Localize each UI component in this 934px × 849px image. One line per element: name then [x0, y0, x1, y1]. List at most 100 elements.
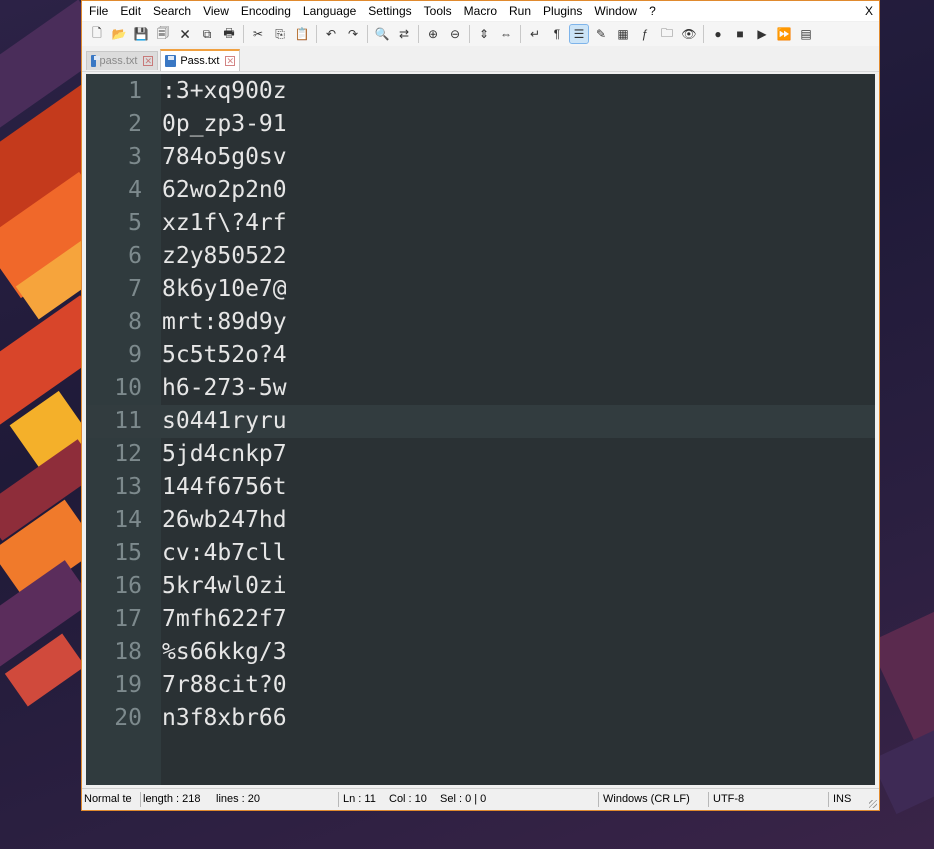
- menu-plugins[interactable]: Plugins: [537, 1, 588, 21]
- zoom-out-icon[interactable]: ⊖: [446, 25, 464, 43]
- menu-run[interactable]: Run: [503, 1, 537, 21]
- menu-file[interactable]: File: [82, 1, 114, 21]
- play-macro-icon[interactable]: ▶: [753, 25, 771, 43]
- line-text: 7r88cit?0: [162, 672, 287, 698]
- editor-line[interactable]: 1:3+xq900z: [86, 75, 875, 108]
- line-number: 12: [114, 441, 142, 467]
- line-number: 18: [114, 639, 142, 665]
- tab-pass-upper[interactable]: Pass.txt ✕: [160, 49, 240, 71]
- editor-line[interactable]: 4 62wo2p2n0: [86, 174, 875, 207]
- line-number: 7: [128, 276, 142, 302]
- close-all-icon[interactable]: ⧉: [198, 25, 216, 43]
- line-text: 0p_zp3-91: [162, 111, 287, 137]
- editor-line[interactable]: 8 mrt:89d9y: [86, 306, 875, 339]
- stop-macro-icon[interactable]: ■: [731, 25, 749, 43]
- open-file-icon[interactable]: 📂: [110, 25, 128, 43]
- tab-close-icon[interactable]: ✕: [225, 56, 235, 66]
- close-document-button[interactable]: X: [865, 1, 873, 21]
- tab-pass-lower[interactable]: pass.txt ✕: [86, 51, 158, 70]
- text-editor[interactable]: 1:3+xq900z 2 0p_zp3-91 3 784o5g0sv 4 62wo2p2n0…: [86, 74, 875, 785]
- redo-icon[interactable]: ↷: [344, 25, 362, 43]
- editor-line[interactable]: 12 5jd4cnkp7: [86, 438, 875, 471]
- status-col: Col : 10: [389, 793, 427, 805]
- line-text: :3+xq900z: [162, 78, 287, 104]
- menu-settings[interactable]: Settings: [362, 1, 417, 21]
- editor-line[interactable]: 18 %s66kkg/3: [86, 636, 875, 669]
- save-icon[interactable]: 💾: [132, 25, 150, 43]
- editor-line[interactable]: 7 8k6y10e7@: [86, 273, 875, 306]
- editor-line[interactable]: 15 cv:4b7cll: [86, 537, 875, 570]
- status-divider: [828, 792, 829, 807]
- word-wrap-icon[interactable]: ↵: [526, 25, 544, 43]
- line-text: 26wb247hd: [162, 507, 287, 533]
- close-icon[interactable]: 🗙: [176, 25, 194, 43]
- status-divider: [708, 792, 709, 807]
- editor-line[interactable]: 2 0p_zp3-91: [86, 108, 875, 141]
- menu-encoding[interactable]: Encoding: [235, 1, 297, 21]
- menu-macro[interactable]: Macro: [458, 1, 503, 21]
- status-mode[interactable]: INS: [833, 789, 851, 809]
- editor-line[interactable]: 20 n3f8xbr66: [86, 702, 875, 735]
- indent-guide-icon[interactable]: ☰: [569, 24, 589, 44]
- status-ln: Ln : 11: [343, 793, 376, 805]
- toolbar-separator: [703, 25, 704, 43]
- run-macro-multiple-icon[interactable]: ⏩: [775, 25, 793, 43]
- menu-view[interactable]: View: [197, 1, 235, 21]
- zoom-in-icon[interactable]: ⊕: [424, 25, 442, 43]
- line-number: 14: [114, 507, 142, 533]
- line-text: cv:4b7cll: [162, 540, 287, 566]
- cut-icon[interactable]: ✂: [249, 25, 267, 43]
- editor-line[interactable]: 13 144f6756t: [86, 471, 875, 504]
- print-icon[interactable]: 🖶: [220, 25, 238, 43]
- editor-line[interactable]: 10 h6-273-5w: [86, 372, 875, 405]
- menu-tools[interactable]: Tools: [418, 1, 458, 21]
- doc-map-icon[interactable]: ▦: [614, 25, 632, 43]
- sync-horizontal-icon[interactable]: ⇔: [497, 25, 515, 43]
- save-macro-icon[interactable]: ▤: [797, 25, 815, 43]
- editor-line[interactable]: 16 5kr4wl0zi: [86, 570, 875, 603]
- record-macro-icon[interactable]: ●: [709, 25, 727, 43]
- line-text: s0441ryru: [162, 408, 287, 434]
- function-list-icon[interactable]: ƒ: [636, 25, 654, 43]
- replace-icon[interactable]: ⇄: [395, 25, 413, 43]
- status-encoding[interactable]: UTF-8: [713, 789, 744, 809]
- line-text: 784o5g0sv: [162, 144, 287, 170]
- monitoring-icon[interactable]: 👁: [680, 25, 698, 43]
- menu-search[interactable]: Search: [147, 1, 197, 21]
- editor-line[interactable]: 5 xz1f\?4rf: [86, 207, 875, 240]
- editor-line[interactable]: 19 7r88cit?0: [86, 669, 875, 702]
- sync-vertical-icon[interactable]: ⇕: [475, 25, 493, 43]
- line-text: z2y850522: [162, 243, 287, 269]
- editor-line[interactable]: 17 7mfh622f7: [86, 603, 875, 636]
- new-file-icon[interactable]: 🗋: [88, 25, 106, 43]
- menu-help[interactable]: ?: [643, 1, 662, 21]
- toolbar: 🗋 📂 💾 🗐 🗙 ⧉ 🖶 ✂ ⎘ 📋 ↶ ↷ 🔍 ⇄ ⊕ ⊖ ⇕ ⇔ ↵ ¶ ☰ ✎ ▦ ƒ 🗀 👁 ● ■ ▶ ⏩ ▤: [82, 22, 879, 46]
- menu-language[interactable]: Language: [297, 1, 362, 21]
- show-all-chars-icon[interactable]: ¶: [548, 25, 566, 43]
- line-text: mrt:89d9y: [162, 309, 287, 335]
- folder-workspace-icon[interactable]: 🗀: [658, 25, 676, 43]
- undo-icon[interactable]: ↶: [322, 25, 340, 43]
- editor-line[interactable]: 3 784o5g0sv: [86, 141, 875, 174]
- line-text: xz1f\?4rf: [162, 210, 287, 236]
- menu-window[interactable]: Window: [588, 1, 643, 21]
- line-number: 6: [128, 243, 142, 269]
- status-eol[interactable]: Windows (CR LF): [603, 789, 690, 809]
- editor-line[interactable]: 14 26wb247hd: [86, 504, 875, 537]
- find-icon[interactable]: 🔍: [373, 25, 391, 43]
- toolbar-separator: [520, 25, 521, 43]
- editor-line[interactable]: 11 s0441ryru: [86, 405, 875, 438]
- paste-icon[interactable]: 📋: [293, 25, 311, 43]
- menu-edit[interactable]: Edit: [114, 1, 147, 21]
- toolbar-separator: [243, 25, 244, 43]
- copy-icon[interactable]: ⎘: [271, 25, 289, 43]
- line-number: 20: [114, 705, 142, 731]
- status-sel: Sel : 0 | 0: [440, 793, 487, 805]
- editor-line[interactable]: 6 z2y850522: [86, 240, 875, 273]
- line-text: 5c5t52o?4: [162, 342, 287, 368]
- save-all-icon[interactable]: 🗐: [154, 25, 172, 43]
- editor-line[interactable]: 9 5c5t52o?4: [86, 339, 875, 372]
- user-language-icon[interactable]: ✎: [592, 25, 610, 43]
- resize-grip[interactable]: [869, 800, 877, 808]
- tab-close-icon[interactable]: ✕: [143, 56, 153, 66]
